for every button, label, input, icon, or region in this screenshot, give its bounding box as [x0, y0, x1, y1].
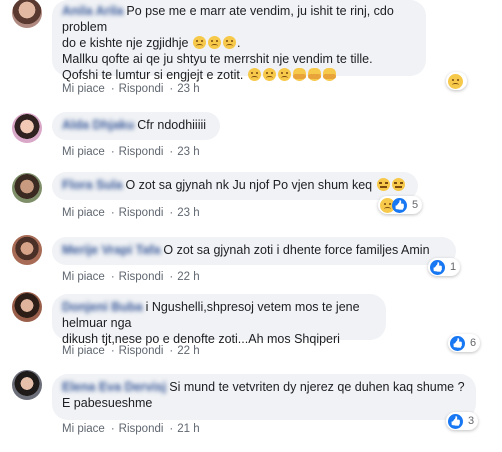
reply-link[interactable]: Rispondi	[119, 423, 164, 435]
comment-author[interactable]: Merije Vrapi Tafa	[62, 243, 160, 257]
reaction-summary[interactable]	[446, 72, 467, 90]
sad-emoji-icon	[277, 68, 291, 81]
comment-actions: Mi piace · Rispondi · 22 h	[62, 271, 204, 283]
comment-text: E pabesueshme	[62, 396, 153, 410]
comment-bubble: Alda Dhjaku Cfr ndodhiiiii	[52, 112, 220, 140]
like-link[interactable]: Mi piace	[62, 345, 105, 357]
comment-text: O zot sa gjynah zoti i dhente force fami…	[163, 243, 430, 257]
avatar[interactable]	[12, 235, 42, 265]
comment-bubble: Merije Vrapi Tafa O zot sa gjynah zoti i …	[52, 237, 456, 265]
separator: ·	[110, 146, 115, 158]
reply-link[interactable]: Rispondi	[119, 271, 164, 283]
reaction-count: 5	[412, 199, 419, 211]
reaction-summary[interactable]: 6	[448, 334, 481, 352]
hug-emoji-icon	[307, 68, 321, 81]
comment-bubble: Donjeni Buba i Ngushelli,shpresoj vetem m…	[52, 294, 386, 346]
comment-actions: Mi piace · Rispondi · 23 h	[62, 146, 204, 158]
like-link[interactable]: Mi piace	[62, 146, 105, 158]
separator: ·	[169, 423, 174, 435]
sad-emoji-icon	[262, 68, 276, 81]
comment-author[interactable]: Donjeni Buba	[62, 300, 143, 314]
sad-emoji-icon	[192, 36, 206, 49]
hug-emoji-icon	[292, 68, 306, 81]
comment-author[interactable]: Anila Arila	[62, 4, 123, 18]
comment-time[interactable]: 21 h	[177, 423, 199, 435]
comment-actions: Mi piace · Rispondi · 23 h	[62, 207, 204, 219]
like-reaction-icon	[392, 197, 407, 213]
separator: ·	[169, 83, 174, 95]
comment-time[interactable]: 23 h	[177, 146, 199, 158]
sad-emoji-icon	[207, 36, 221, 49]
separator: ·	[110, 271, 115, 283]
reply-link[interactable]: Rispondi	[119, 345, 164, 357]
separator: ·	[110, 345, 115, 357]
comment-actions: Mi piace · Rispondi · 23 h	[62, 83, 204, 95]
comment-time[interactable]: 22 h	[177, 345, 199, 357]
comment-author[interactable]: Flora Sula	[62, 178, 122, 192]
comment-time[interactable]: 23 h	[177, 207, 199, 219]
comment-bubble: Anila Arila Po pse me e marr ate vendim, …	[52, 0, 426, 82]
separator: ·	[110, 83, 115, 95]
reply-link[interactable]: Rispondi	[119, 146, 164, 158]
like-link[interactable]: Mi piace	[62, 207, 105, 219]
separator: ·	[110, 207, 115, 219]
comment-text: O zot sa gjynah nk Ju njof Po vjen shum …	[125, 178, 373, 192]
like-reaction-icon	[450, 335, 465, 351]
like-link[interactable]: Mi piace	[62, 423, 105, 435]
reply-link[interactable]: Rispondi	[119, 207, 164, 219]
hug-emoji-icon	[322, 68, 336, 81]
reaction-count: 3	[468, 415, 475, 427]
avatar[interactable]	[12, 173, 42, 203]
reaction-summary[interactable]: 5	[378, 196, 423, 214]
like-reaction-icon	[448, 413, 463, 429]
comment-bubble: Flora Sula O zot sa gjynah nk Ju njof Po …	[52, 172, 418, 200]
comment-author[interactable]: Alda Dhjaku	[62, 118, 134, 132]
comment-actions: Mi piace · Rispondi · 21 h	[62, 423, 204, 435]
comment-text: Qofshi te lumtur si engjejt e zotit.	[62, 68, 244, 82]
separator: ·	[169, 207, 174, 219]
avatar[interactable]	[12, 113, 42, 143]
like-link[interactable]: Mi piace	[62, 271, 105, 283]
like-link[interactable]: Mi piace	[62, 83, 105, 95]
unamused-emoji-icon	[376, 178, 390, 191]
comment-time[interactable]: 22 h	[177, 271, 199, 283]
comment-text: do e kishte nje zgjidhje	[62, 36, 189, 50]
comment-text: dikush tjt,nese po e denofte zoti...Ah m…	[62, 332, 340, 346]
reply-link[interactable]: Rispondi	[119, 83, 164, 95]
sad-emoji-icon	[222, 36, 236, 49]
reaction-count: 6	[470, 337, 477, 349]
sad-emoji-icon	[247, 68, 261, 81]
avatar[interactable]	[12, 292, 42, 322]
reaction-summary[interactable]: 1	[428, 258, 461, 276]
comment-bubble: Elena Eva Dervisj Si mund te vetvriten dy…	[52, 374, 476, 420]
comment-actions: Mi piace · Rispondi · 22 h	[62, 345, 204, 357]
reaction-summary[interactable]: 3	[446, 412, 479, 430]
separator: ·	[169, 271, 174, 283]
separator: ·	[169, 146, 174, 158]
reaction-count: 1	[450, 261, 457, 273]
separator: ·	[169, 345, 174, 357]
avatar[interactable]	[12, 370, 42, 400]
comment-text: Cfr ndodhiiiii	[137, 118, 207, 132]
unamused-emoji-icon	[391, 178, 405, 191]
like-reaction-icon	[430, 259, 445, 275]
comment-text: Mallku qofte ai qe ju shtyu te merrshit …	[62, 52, 373, 66]
comment-author[interactable]: Elena Eva Dervisj	[62, 380, 166, 394]
comment-text: Si mund te vetvriten dy njerez qe duhen …	[169, 380, 465, 394]
avatar[interactable]	[12, 0, 42, 28]
sad-reaction-icon	[448, 73, 463, 89]
comment-time[interactable]: 23 h	[177, 83, 199, 95]
separator: ·	[110, 423, 115, 435]
